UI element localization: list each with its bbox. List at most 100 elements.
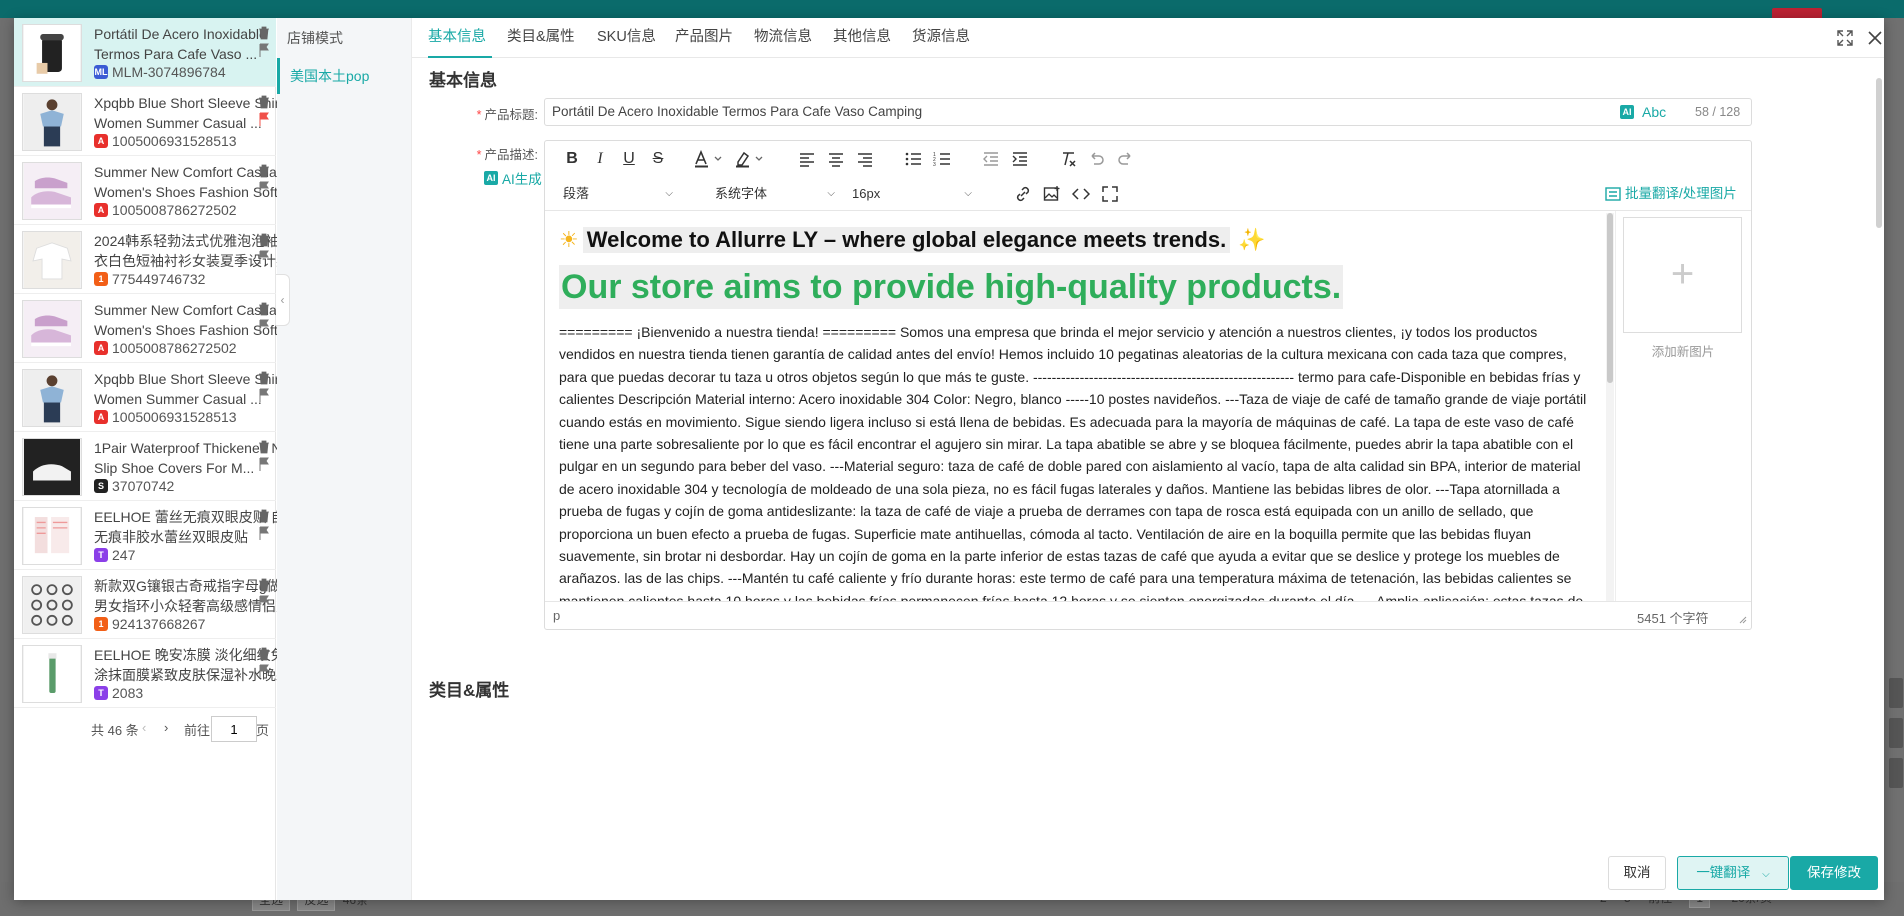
image-icon[interactable] — [1043, 185, 1061, 203]
delete-icon[interactable] — [258, 440, 270, 454]
svg-text:3: 3 — [933, 162, 936, 168]
flag-icon[interactable] — [258, 388, 270, 402]
close-icon[interactable] — [1865, 28, 1884, 48]
product-list-item[interactable]: Xpqbb Blue Short Sleeve Shirt for Women … — [14, 87, 303, 156]
product-title: Xpqbb Blue Short Sleeve Shirt for Women … — [94, 371, 304, 407]
italic-icon[interactable]: I — [591, 150, 609, 168]
flag-icon[interactable] — [258, 112, 270, 126]
underline-icon[interactable]: U — [620, 150, 638, 168]
editor-statusbar: p 5451 个字符 — [545, 601, 1751, 629]
product-title: 2024韩系轻勃法式优雅泡泡袖上衣白色短袖衬衫女装夏季设计感... — [94, 233, 302, 269]
flag-icon[interactable] — [258, 181, 270, 195]
delete-icon[interactable] — [258, 164, 270, 178]
flag-icon[interactable] — [258, 319, 270, 333]
flag-icon[interactable] — [258, 250, 270, 264]
redo-icon[interactable] — [1117, 150, 1135, 168]
tab-basic-info[interactable]: 基本信息 — [428, 18, 492, 58]
platform-icon: 1 — [94, 272, 108, 286]
edit-product-modal: Portátil De Acero Inoxidable Termos Para… — [14, 18, 1884, 900]
clear-format-icon[interactable] — [1059, 150, 1077, 168]
tab-product-images[interactable]: 产品图片 — [675, 18, 733, 58]
product-title: Summer New Comfort Casual Women's Shoes … — [94, 164, 294, 200]
word-count: 5451 个字符 — [1637, 611, 1709, 626]
product-list-item[interactable]: Summer New Comfort Casual Women's Shoes … — [14, 156, 293, 225]
main-scrollbar-thumb[interactable] — [1876, 78, 1882, 228]
background-header — [0, 0, 1904, 22]
align-center-icon[interactable] — [827, 150, 845, 168]
resize-handle-icon[interactable] — [1739, 616, 1747, 624]
main-scrollbar[interactable] — [1874, 58, 1884, 858]
delete-icon[interactable] — [258, 509, 270, 523]
tab-bar: 基本信息 类目&属性 SKU信息 产品图片 物流信息 其他信息 货源信息 — [412, 18, 1884, 58]
tumbler-icon — [22, 24, 82, 82]
tab-logistics-info[interactable]: 物流信息 — [754, 18, 812, 58]
product-list-item[interactable]: 2024韩系轻勃法式优雅泡泡袖上衣白色短袖衬衫女装夏季设计感... 1 775449… — [14, 225, 302, 294]
flag-icon[interactable] — [258, 43, 270, 57]
flag-icon[interactable] — [258, 526, 270, 540]
delete-icon[interactable] — [258, 578, 270, 592]
tab-category-attributes[interactable]: 类目&属性 — [507, 18, 575, 58]
ai-title-icon[interactable]: AI — [1620, 105, 1634, 119]
editor-scrollbar[interactable] — [1606, 213, 1614, 601]
shirt-icon — [22, 93, 82, 151]
add-image-button[interactable]: + — [1623, 217, 1742, 333]
align-right-icon[interactable] — [856, 150, 874, 168]
delete-icon[interactable] — [258, 233, 270, 247]
tab-source-info[interactable]: 货源信息 — [912, 18, 970, 58]
page-unit: 页 — [256, 723, 270, 738]
indent-icon[interactable] — [1011, 150, 1029, 168]
font-family-select[interactable]: 系统字体 ⌵ — [715, 183, 835, 205]
product-id: 1 775449746732 — [94, 271, 205, 287]
save-changes-button[interactable]: 保存修改 — [1790, 856, 1878, 890]
flag-icon[interactable] — [258, 457, 270, 471]
batch-translate-button[interactable]: 批量翻译/处理图片 — [1605, 183, 1737, 205]
product-list-item[interactable]: Portátil De Acero Inoxidable Termos Para… — [14, 18, 276, 87]
prev-page-button[interactable]: ‹ — [142, 720, 146, 735]
delete-icon[interactable] — [258, 647, 270, 661]
product-title: Summer New Comfort Casual Women's Shoes … — [94, 302, 294, 338]
bold-icon[interactable]: B — [563, 150, 581, 168]
add-image-label: 添加新图片 — [1651, 345, 1715, 359]
font-size-select[interactable]: 16px ⌵ — [852, 183, 972, 205]
editor-scrollbar-thumb[interactable] — [1607, 213, 1613, 383]
outdent-icon[interactable] — [982, 150, 1000, 168]
undo-icon[interactable] — [1087, 150, 1105, 168]
product-list-item[interactable]: 新款双G镶银古奇戒指字母g做旧男女指环小众轻奢高级感情侣对... 1 9241376… — [14, 570, 302, 639]
product-title-input[interactable]: Portátil De Acero Inoxidable Termos Para… — [544, 98, 1752, 126]
product-list-item[interactable]: EELHOE 晚安冻膜 淡化细纹免洗涂抹面膜紧致皮肤保湿补水晚霜 T 2083 — [14, 639, 299, 708]
next-page-button[interactable]: › — [164, 720, 168, 735]
product-list-item[interactable]: Summer New Comfort Casual Women's Shoes … — [14, 294, 293, 363]
page-input[interactable] — [211, 716, 257, 742]
paragraph-select[interactable]: 段落 ⌵ — [563, 183, 673, 205]
spellcheck-button[interactable]: Abc — [1642, 99, 1666, 125]
delete-icon[interactable] — [258, 95, 270, 109]
rings-icon — [22, 576, 82, 634]
collapse-panel-toggle[interactable]: ‹ — [276, 274, 290, 326]
cancel-button[interactable]: 取消 — [1608, 856, 1666, 890]
editor-content[interactable]: ☀ Welcome to Allurre LY – where global e… — [545, 211, 1605, 601]
bullet-list-icon[interactable] — [904, 150, 922, 168]
fullscreen-editor-icon[interactable] — [1101, 185, 1119, 203]
delete-icon[interactable] — [258, 26, 270, 40]
shop-item-us-local-pop[interactable]: 美国本土pop — [277, 58, 412, 94]
description-text: ========= ¡Bienvenido a nuestra tienda! … — [559, 324, 1587, 601]
numbered-list-icon[interactable]: 123 — [933, 150, 951, 168]
one-click-translate-button[interactable]: 一键翻译 ⌵ — [1677, 856, 1789, 890]
flag-icon[interactable] — [258, 595, 270, 609]
highlight-color-icon[interactable] — [734, 150, 768, 168]
ai-generate-button[interactable]: AI AI生成 — [484, 168, 542, 188]
product-list-item[interactable]: 1Pair Waterproof Thickened Non-Slip Shoe… — [14, 432, 302, 501]
flag-icon[interactable] — [258, 664, 270, 678]
font-color-icon[interactable] — [693, 150, 727, 168]
delete-icon[interactable] — [258, 302, 270, 316]
tab-other-info[interactable]: 其他信息 — [833, 18, 891, 58]
product-list-item[interactable]: EELHOE 蕾丝无痕双眼皮贴 自然无痕非胶水蕾丝双眼皮贴 T 247 — [14, 501, 299, 570]
product-list-item[interactable]: Xpqbb Blue Short Sleeve Shirt for Women … — [14, 363, 303, 432]
align-left-icon[interactable] — [798, 150, 816, 168]
strikethrough-icon[interactable]: S — [649, 150, 667, 168]
tab-sku-info[interactable]: SKU信息 — [597, 18, 656, 58]
fullscreen-icon[interactable] — [1835, 28, 1855, 48]
delete-icon[interactable] — [258, 371, 270, 385]
link-icon[interactable] — [1014, 185, 1032, 203]
code-icon[interactable] — [1072, 185, 1090, 203]
